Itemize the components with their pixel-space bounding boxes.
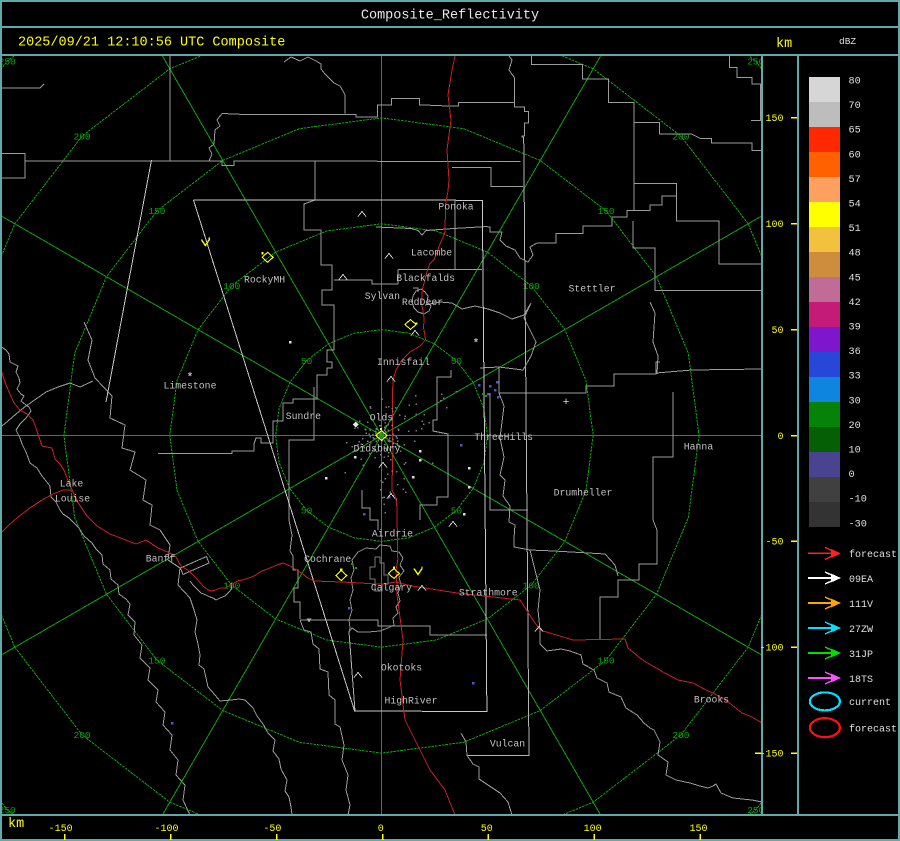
svg-text:150: 150 (598, 655, 615, 666)
svg-text:200: 200 (672, 730, 689, 741)
svg-text:54: 54 (849, 200, 861, 211)
svg-text:100: 100 (584, 824, 602, 835)
svg-text:RedDeer: RedDeer (402, 297, 443, 308)
svg-text:200: 200 (74, 131, 91, 142)
svg-text:-30: -30 (849, 519, 867, 530)
svg-text:65: 65 (849, 126, 861, 137)
svg-text:150: 150 (148, 206, 165, 217)
svg-text:0: 0 (777, 432, 783, 443)
svg-text:Lacombe: Lacombe (411, 248, 452, 259)
svg-text:current: current (849, 698, 891, 709)
svg-text:50: 50 (451, 506, 463, 517)
svg-text:33: 33 (849, 372, 861, 383)
svg-text:Drumheller: Drumheller (554, 488, 613, 499)
svg-text:Sundre: Sundre (286, 411, 321, 422)
svg-text:150: 150 (148, 655, 165, 666)
svg-text:39: 39 (849, 323, 861, 334)
svg-text:RockyMH: RockyMH (244, 275, 285, 286)
svg-text:31JP: 31JP (849, 650, 873, 661)
svg-text:Cochrane: Cochrane (304, 554, 351, 565)
svg-text:20: 20 (849, 421, 861, 432)
svg-text:200: 200 (74, 730, 91, 741)
svg-text:45: 45 (849, 273, 861, 284)
svg-text:-50: -50 (263, 824, 281, 835)
svg-text:HighRiver: HighRiver (385, 696, 438, 707)
svg-text:forecast: forecast (849, 724, 897, 736)
svg-text:50: 50 (771, 326, 783, 337)
svg-text:30: 30 (849, 396, 861, 407)
svg-text:km: km (8, 817, 24, 832)
svg-text:+: + (563, 397, 570, 409)
svg-text:50: 50 (481, 824, 493, 835)
svg-text:ThreeHills: ThreeHills (474, 432, 533, 443)
svg-text:10: 10 (849, 446, 861, 457)
svg-text:51: 51 (849, 224, 861, 235)
svg-text:Innisfail: Innisfail (377, 357, 430, 368)
svg-text:-100: -100 (759, 644, 783, 655)
svg-text:57: 57 (849, 175, 861, 186)
svg-text:50: 50 (301, 506, 313, 517)
svg-text:*: * (472, 337, 479, 351)
svg-text:100: 100 (523, 580, 540, 591)
svg-text:150: 150 (689, 824, 707, 835)
svg-text:150: 150 (598, 206, 615, 217)
svg-text:Louise: Louise (55, 494, 90, 505)
svg-text:36: 36 (849, 347, 861, 358)
svg-text:forecast: forecast (849, 549, 897, 561)
svg-text:100: 100 (765, 220, 783, 231)
svg-text:27ZW: 27ZW (849, 625, 873, 636)
svg-text:Olds: Olds (370, 413, 394, 424)
svg-text:Stettler: Stettler (568, 284, 615, 295)
svg-text:Hanna: Hanna (684, 442, 714, 453)
svg-text:Okotoks: Okotoks (381, 663, 422, 674)
svg-text:Sylvan: Sylvan (365, 291, 400, 302)
svg-text:Ponoka: Ponoka (438, 202, 473, 213)
svg-text:50: 50 (301, 356, 313, 367)
svg-text:Banff: Banff (146, 554, 176, 565)
svg-text:km: km (776, 37, 792, 52)
svg-text:Airdrie: Airdrie (372, 529, 413, 540)
svg-text:80: 80 (849, 77, 861, 88)
svg-text:200: 200 (672, 131, 689, 142)
svg-text:2025/09/21 12:10:56 UTC Compos: 2025/09/21 12:10:56 UTC Composite (18, 36, 285, 51)
svg-text:Brooks: Brooks (694, 695, 729, 706)
svg-text:-150: -150 (759, 750, 783, 761)
svg-text:100: 100 (223, 281, 240, 292)
svg-text:50: 50 (451, 356, 463, 367)
svg-text:18TS: 18TS (849, 675, 873, 686)
svg-text:dBZ: dBZ (839, 36, 856, 47)
svg-text:Blackfalds: Blackfalds (396, 273, 455, 284)
svg-text:Composite_Reflectivity: Composite_Reflectivity (361, 9, 539, 24)
svg-text:42: 42 (849, 298, 861, 309)
svg-text:-100: -100 (154, 824, 178, 835)
svg-text:Lake: Lake (60, 479, 84, 490)
svg-text:250: 250 (0, 56, 16, 67)
svg-text:Vulcan: Vulcan (490, 739, 525, 750)
svg-text:Calgary: Calgary (371, 583, 412, 594)
svg-text:0: 0 (849, 470, 855, 481)
svg-text:-150: -150 (49, 824, 73, 835)
svg-text:Didsbury: Didsbury (353, 444, 400, 455)
svg-text:111V: 111V (849, 600, 873, 611)
svg-text:Strathmore: Strathmore (459, 588, 518, 599)
svg-text:0: 0 (378, 824, 384, 835)
svg-text:-10: -10 (849, 495, 867, 506)
svg-text:48: 48 (849, 249, 861, 260)
svg-text:60: 60 (849, 150, 861, 161)
svg-text:-50: -50 (765, 538, 783, 549)
svg-text:09EA: 09EA (849, 575, 873, 586)
svg-text:150: 150 (765, 114, 783, 125)
svg-text:Limestone: Limestone (164, 381, 217, 392)
svg-text:70: 70 (849, 101, 861, 112)
